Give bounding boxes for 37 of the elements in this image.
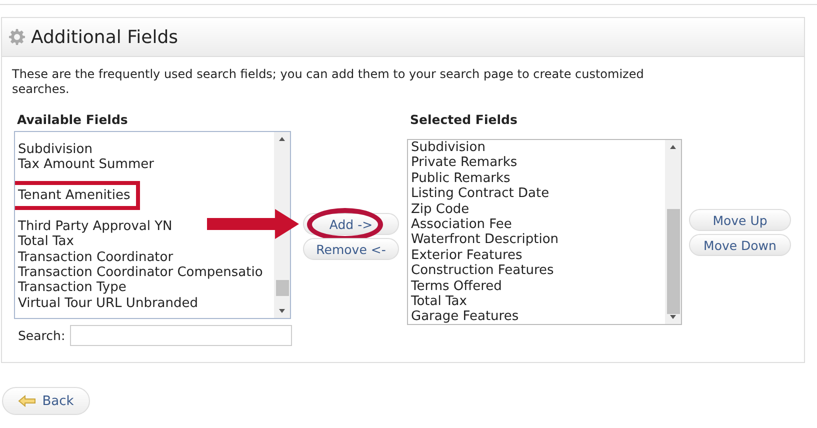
list-item[interactable]: Waterfront Description (411, 232, 559, 248)
list-item[interactable]: Total Tax (411, 294, 467, 310)
back-button[interactable]: Back (2, 387, 90, 415)
selected-fields-list[interactable]: Subdivision Private Remarks Public Remarks Listing Contract Date Zip Code Association Fee Waterfront Description Exterior Features Construction Features Terms Offered Total Tax Garage Features (407, 139, 682, 325)
available-fields-list[interactable]: Subdivision Tax Amount Summer Tenant Amenities Third Party Approval YN Total Tax Transaction Coordinator Transaction Coordinator Compensatio Transaction Type Virtual Tour URL Unbranded (14, 131, 291, 319)
list-item[interactable]: Virtual Tour URL Unbranded (18, 296, 198, 312)
list-item[interactable]: Listing Contract Date (411, 186, 550, 202)
list-item[interactable]: Transaction Coordinator Compensatio (18, 264, 263, 280)
list-item[interactable]: Subdivision (411, 140, 486, 156)
list-item[interactable]: Tax Amount Summer (18, 157, 154, 173)
description-text: These are the frequently used search fields; you can add them to your search page to create customized searches. (12, 67, 645, 97)
list-item[interactable]: Public Remarks (411, 170, 510, 186)
list-item[interactable]: Zip Code (411, 202, 470, 217)
arrow-icon (18, 395, 36, 407)
list-item[interactable]: Association Fee (411, 216, 512, 232)
list-item[interactable]: Transaction Coordinator (18, 250, 174, 265)
list-item[interactable]: Garage Features (411, 309, 519, 324)
list-item[interactable]: Exterior Features (411, 248, 522, 264)
available-fields-label: Available Fields (17, 112, 129, 127)
scrollbar[interactable] (665, 140, 681, 324)
move-down-button[interactable]: Move Down (689, 234, 791, 256)
search-field[interactable] (70, 325, 292, 346)
remove-button[interactable]: Remove <- (303, 238, 399, 260)
list-item[interactable]: Construction Features (411, 263, 554, 279)
move-up-button[interactable]: Move Up (689, 209, 791, 231)
list-item[interactable]: Total Tax (18, 234, 74, 250)
selected-fields-label: Selected Fields (410, 112, 518, 127)
list-item[interactable]: Third Party Approval YN (18, 218, 172, 234)
list-item[interactable]: Transaction Type (18, 280, 126, 296)
list-item[interactable]: Private Remarks (411, 155, 518, 171)
panel-title: Additional Fields (31, 26, 178, 48)
list-item[interactable]: Terms Offered (411, 278, 502, 294)
search-label: Search: (18, 328, 66, 343)
list-item[interactable]: Subdivision (18, 142, 92, 158)
list-item[interactable]: Tenant Amenities (18, 188, 130, 204)
gear-icon (9, 29, 25, 45)
arrow-icon (207, 209, 299, 239)
